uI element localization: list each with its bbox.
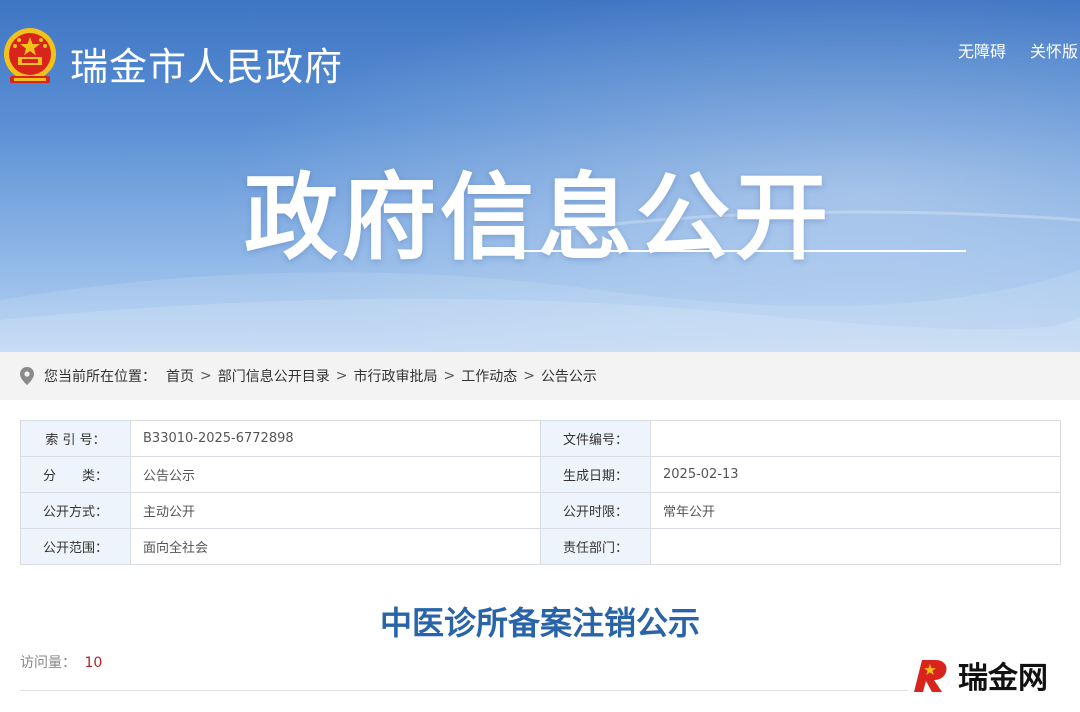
category-label: 分 类： xyxy=(20,456,131,493)
breadcrumb: 您当前所在位置： 首页 > 部门信息公开目录 > 市行政审批局 > 工作动态 >… xyxy=(0,352,1080,400)
index-number-label: 索 引 号： xyxy=(20,420,131,457)
disclosure-method-value: 主动公开 xyxy=(130,492,541,529)
watermark: 瑞金网 xyxy=(908,650,1072,700)
watermark-logo-icon xyxy=(914,660,947,692)
breadcrumb-separator: > xyxy=(523,368,535,384)
disclosure-period-label: 公开时限： xyxy=(540,492,651,529)
disclosure-method-label: 公开方式： xyxy=(20,492,131,529)
table-row: 分 类： 公告公示 生成日期： 2025-02-13 xyxy=(20,456,1061,493)
visits-label: 访问量： xyxy=(20,655,76,671)
responsible-department-label: 责任部门： xyxy=(540,528,651,565)
document-number-label: 文件编号： xyxy=(540,420,651,457)
divider xyxy=(20,690,1060,691)
document-metadata-table: 索 引 号： B33010-2025-6772898 文件编号： 分 类： 公告… xyxy=(20,420,1061,565)
disclosure-scope-label: 公开范围： xyxy=(20,528,131,565)
responsible-department-value xyxy=(650,528,1061,565)
breadcrumb-home[interactable]: 首页 xyxy=(166,366,194,386)
accessibility-link[interactable]: 无障碍 xyxy=(958,38,1006,62)
visits-count: 10 xyxy=(84,655,103,671)
disclosure-period-value: 常年公开 xyxy=(650,492,1061,529)
category-value: 公告公示 xyxy=(130,456,541,493)
visit-counter: 访问量： 10 xyxy=(20,652,102,672)
created-date-value: 2025-02-13 xyxy=(650,456,1061,493)
table-row: 公开范围： 面向全社会 责任部门： xyxy=(20,528,1061,565)
article-title: 中医诊所备案注销公示 xyxy=(379,604,700,642)
breadcrumb-separator: > xyxy=(200,368,212,384)
breadcrumb-department[interactable]: 市行政审批局 xyxy=(353,366,437,386)
breadcrumb-separator: > xyxy=(335,368,348,384)
index-number-value: B33010-2025-6772898 xyxy=(130,420,541,457)
breadcrumb-separator: > xyxy=(443,368,456,384)
breadcrumb-announcements[interactable]: 公告公示 xyxy=(541,366,597,386)
national-emblem-icon[interactable] xyxy=(2,24,58,88)
table-row: 索 引 号： B33010-2025-6772898 文件编号： xyxy=(20,420,1061,457)
disclosure-scope-value: 面向全社会 xyxy=(130,528,541,565)
breadcrumb-work-news[interactable]: 工作动态 xyxy=(461,366,517,386)
created-date-label: 生成日期： xyxy=(540,456,651,493)
care-mode-link[interactable]: 关怀版 xyxy=(1030,38,1078,62)
location-pin-icon xyxy=(20,367,34,385)
document-number-value xyxy=(650,420,1061,457)
header-banner: 瑞金市人民政府 无障碍 关怀版 政府信息公开 xyxy=(0,0,1080,352)
breadcrumb-prefix: 您当前所在位置： xyxy=(44,369,156,385)
hero-title: 政府信息公开 xyxy=(244,164,833,273)
hero-underline xyxy=(486,250,966,252)
watermark-text: 瑞金网 xyxy=(958,661,1048,696)
table-row: 公开方式： 主动公开 公开时限： 常年公开 xyxy=(20,492,1061,529)
site-title[interactable]: 瑞金市人民政府 xyxy=(70,36,343,91)
breadcrumb-directory[interactable]: 部门信息公开目录 xyxy=(218,366,330,386)
